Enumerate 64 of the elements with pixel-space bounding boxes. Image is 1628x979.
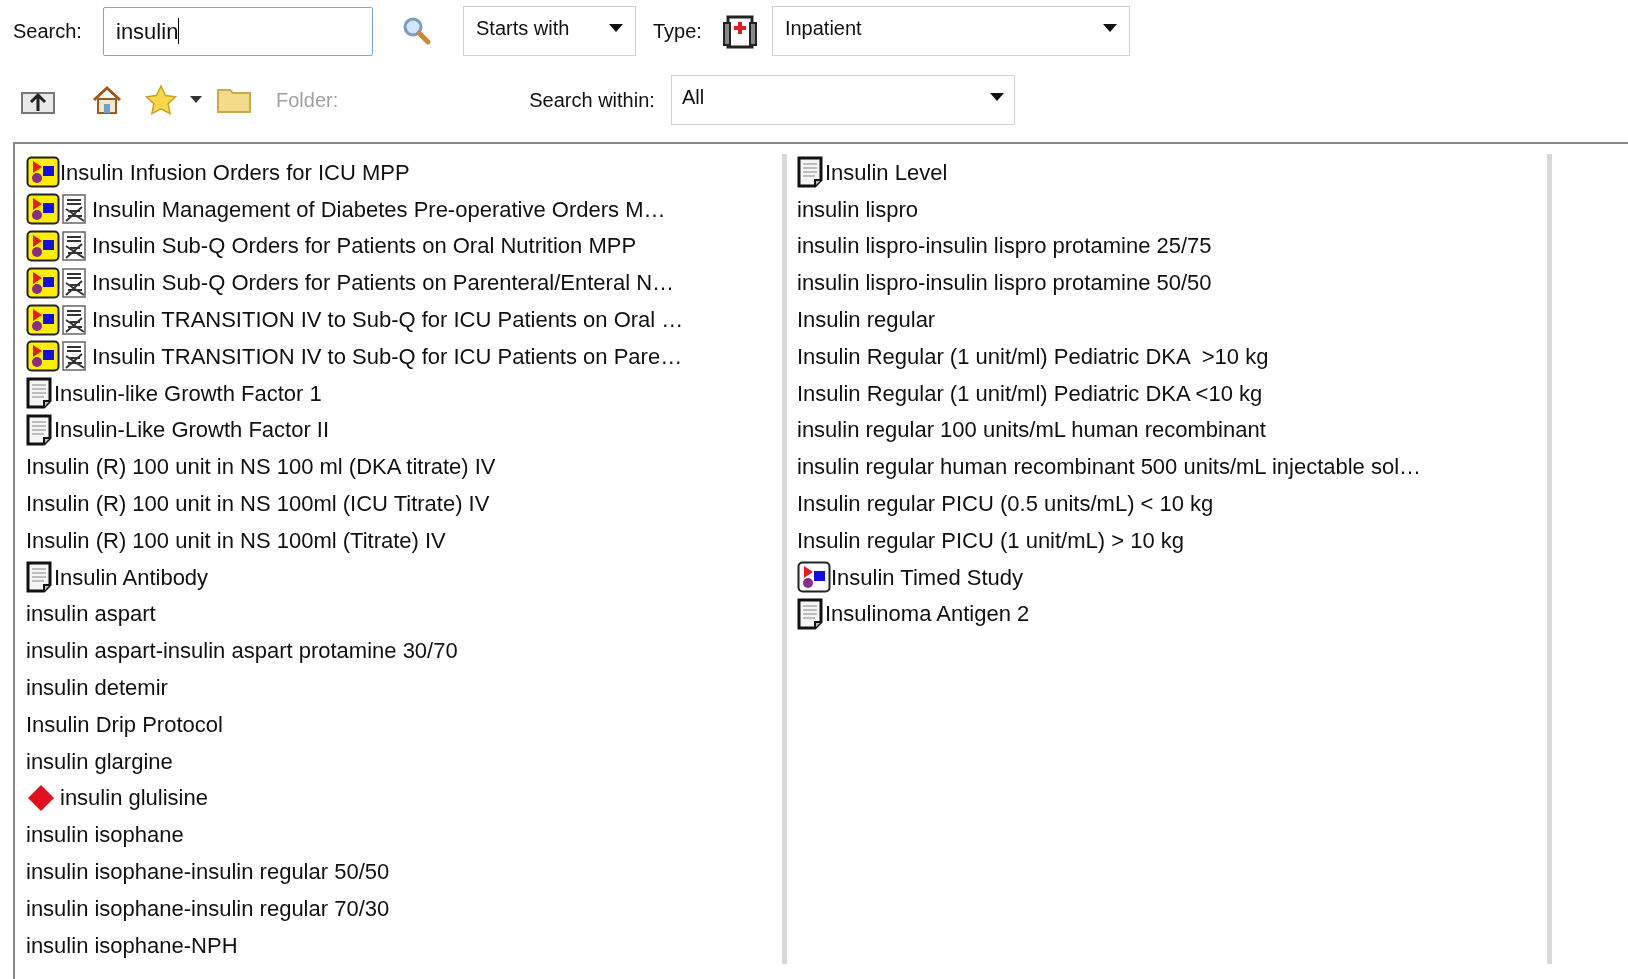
plan-icon [26,266,60,299]
list-item[interactable]: insulin lispro-insulin lispro protamine 50/50 [797,266,1212,300]
list-item[interactable]: Insulin regular [797,303,936,337]
list-item[interactable]: Insulin (R) 100 unit in NS 100 ml (DKA titrate) IV [26,450,496,484]
search-within-label: Search within: [529,88,655,113]
caret-icon [609,24,623,32]
folder-label: Folder: [276,88,339,113]
list-item[interactable]: insulin lispro-insulin lispro protamine 25/75 [797,229,1212,263]
list-item[interactable]: insulin regular human recombinant 500 units/mL injectable sol… [797,450,1422,484]
list-item[interactable]: Insulinoma Antigen 2 [825,597,1030,631]
plan-icon [26,340,60,373]
document-icon [797,156,825,189]
list-item[interactable]: Insulin (R) 100 unit in NS 100ml (Titrate) IV [26,523,446,557]
list-item[interactable]: insulin regular 100 units/mL human recombinant [797,413,1266,447]
list-item[interactable]: Insulin Regular (1 unit/ml) Pediatric DKA >10 kg [797,339,1269,373]
search-mode-dropdown[interactable]: Starts with [463,6,636,56]
type-dropdown[interactable]: Inpatient [771,6,1130,56]
list-item[interactable]: insulin isophane-insulin regular 70/30 [26,891,390,925]
caret-icon [989,93,1004,101]
search-icon[interactable] [401,15,433,47]
list-item[interactable]: Insulin Sub-Q Orders for Patients on Oral Nutrition MPP [92,229,637,263]
list-item[interactable]: Insulin Level [825,155,948,189]
list-item[interactable]: Insulin regular PICU (1 unit/mL) > 10 kg [797,523,1184,557]
plan-icon [26,303,60,336]
list-item[interactable]: Insulin regular PICU (0.5 units/mL) < 10 kg [797,487,1214,521]
hospital-icon [721,13,758,49]
plan-icon [26,193,60,226]
document-icon [26,561,54,594]
list-item[interactable]: insulin isophane-insulin regular 50/50 [26,855,390,889]
plan-icon [26,156,60,189]
plan-icon [797,561,831,594]
list-item[interactable]: insulin aspart [26,597,156,631]
caret-icon[interactable] [190,96,202,104]
list-item[interactable]: Insulin Drip Protocol [26,707,223,741]
list-item[interactable]: insulin lispro [797,192,919,226]
star-icon[interactable] [144,84,178,116]
list-item[interactable]: Insulin TRANSITION IV to Sub-Q for ICU Patients on Oral … [92,303,684,337]
list-item[interactable]: Insulin Antibody [54,560,209,594]
plan-icon [26,230,60,262]
caret-icon [1102,24,1117,32]
list-item[interactable]: Insulin Regular (1 unit/ml) Pediatric DKA <10 kg [797,376,1263,410]
list-item[interactable]: insulin isophane [26,818,184,852]
document-icon [26,413,54,446]
list-item[interactable]: insulin isophane-NPH [26,928,238,962]
list-item[interactable]: Insulin Sub-Q Orders for Patients on Parenteral/Enteral N… [92,266,675,300]
list-item[interactable]: Insulin TRANSITION IV to Sub-Q for ICU Patients on Pare… [92,339,683,373]
search-label: Search: [13,19,83,44]
document-icon [26,377,54,410]
document-icon [797,597,825,630]
list-item[interactable]: Insulin Management of Diabetes Pre-operative Orders M… [92,192,666,226]
search-field[interactable]: insulin [103,6,373,56]
list-item[interactable]: Insulin-Like Growth Factor II [54,413,330,447]
list-item[interactable]: Insulin Infusion Orders for ICU MPP [60,155,410,189]
list-item[interactable]: insulin detemir [26,671,168,705]
type-label: Type: [653,19,702,44]
home-icon[interactable] [90,84,124,116]
list-item[interactable]: insulin glulisine [60,781,208,815]
diamond-icon [26,782,56,813]
list-item[interactable]: Insulin (R) 100 unit in NS 100ml (ICU Titrate) IV [26,487,490,521]
search-within-dropdown[interactable]: All [670,75,1015,125]
list-item[interactable]: Insulin-like Growth Factor 1 [54,376,322,410]
list-item[interactable]: insulin aspart-insulin aspart protamine 30/70 [26,634,458,668]
list-item[interactable]: Insulin Timed Study [831,560,1023,594]
list-item[interactable]: insulin glargine [26,744,173,778]
